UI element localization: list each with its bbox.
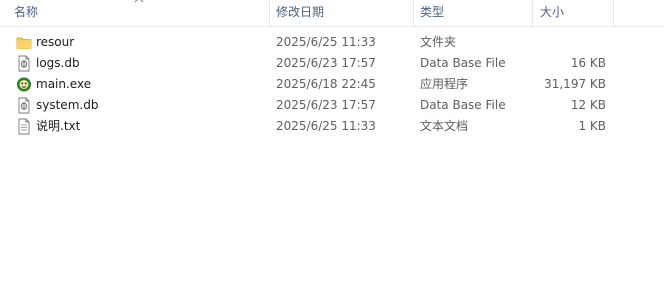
file-date: 2025/6/18 22:45	[276, 77, 376, 91]
file-name: 说明.txt	[36, 119, 81, 133]
file-type: Data Base File	[420, 98, 506, 112]
column-header-type[interactable]: 类型	[420, 0, 444, 26]
file-name: main.exe	[36, 77, 92, 91]
file-type: 文件夹	[420, 35, 457, 49]
file-row[interactable]: logs.db 2025/6/23 17:57 Data Base File 1…	[0, 53, 664, 74]
sort-ascending-icon	[134, 0, 144, 3]
column-header-bar: 名称 修改日期 类型 大小	[0, 0, 664, 27]
column-divider[interactable]	[532, 0, 533, 26]
file-name: logs.db	[36, 56, 80, 70]
text-file-icon	[18, 118, 30, 135]
application-icon	[17, 77, 31, 92]
file-date: 2025/6/25 11:33	[276, 35, 376, 49]
file-size: 1 KB	[578, 119, 606, 133]
column-divider[interactable]	[613, 0, 614, 26]
file-row[interactable]: 说明.txt 2025/6/25 11:33 文本文档 1 KB	[0, 116, 664, 137]
file-size: 12 KB	[570, 98, 606, 112]
file-row[interactable]: system.db 2025/6/23 17:57 Data Base File…	[0, 95, 664, 116]
file-type: 文本文档	[420, 119, 469, 133]
folder-icon	[16, 37, 32, 49]
file-row[interactable]: resour 2025/6/25 11:33 文件夹	[0, 32, 664, 53]
file-row[interactable]: main.exe 2025/6/18 22:45 应用程序 31,197 KB	[0, 74, 664, 95]
file-size: 31,197 KB	[544, 77, 606, 91]
file-name: system.db	[36, 98, 99, 112]
file-type: Data Base File	[420, 56, 506, 70]
file-type: 应用程序	[420, 77, 469, 91]
file-size	[530, 32, 606, 53]
column-divider[interactable]	[269, 0, 270, 26]
file-size: 16 KB	[570, 56, 606, 70]
database-file-icon	[18, 55, 30, 72]
column-header-name[interactable]: 名称	[14, 0, 38, 26]
column-header-date[interactable]: 修改日期	[276, 0, 324, 26]
file-date: 2025/6/23 17:57	[276, 98, 376, 112]
file-date: 2025/6/23 17:57	[276, 56, 376, 70]
file-name: resour	[36, 35, 75, 49]
column-header-size[interactable]: 大小	[540, 0, 564, 26]
database-file-icon	[18, 97, 30, 114]
column-divider[interactable]	[413, 0, 414, 26]
file-date: 2025/6/25 11:33	[276, 119, 376, 133]
